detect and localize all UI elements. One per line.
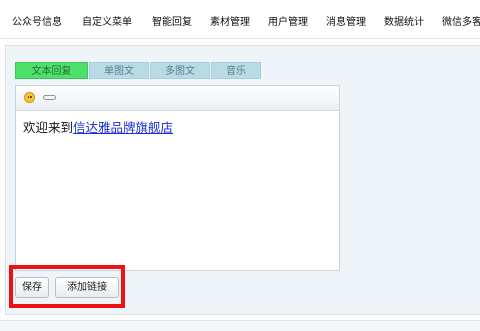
editor-content[interactable]: 欢迎来到信达雅品牌旗舰店 — [23, 117, 173, 136]
nav-item-messages[interactable]: 消息管理 — [326, 13, 366, 28]
nav-item-users[interactable]: 用户管理 — [268, 13, 308, 28]
tab-multi-article[interactable]: 多图文 — [150, 62, 210, 79]
reply-editor[interactable]: 欢迎来到信达雅品牌旗舰店 — [15, 85, 340, 271]
tab-single-article[interactable]: 单图文 — [89, 62, 149, 79]
nav-item-materials[interactable]: 素材管理 — [210, 13, 250, 28]
editor-toolbar — [16, 86, 339, 111]
nav-item-statistics[interactable]: 数据统计 — [384, 13, 424, 28]
page-footer-divider — [0, 320, 480, 331]
highlight-box — [9, 265, 125, 308]
store-link[interactable]: 信达雅品牌旗舰店 — [73, 120, 173, 135]
top-navigation: 公众号信息 自定义菜单 智能回复 素材管理 用户管理 消息管理 数据统计 微信多… — [0, 0, 480, 39]
emoji-icon[interactable] — [24, 92, 35, 103]
editor-prefix-text: 欢迎来到 — [23, 120, 74, 135]
link-icon[interactable] — [43, 95, 56, 100]
nav-item-multi-service[interactable]: 微信多客 — [442, 13, 480, 28]
nav-item-custom-menu[interactable]: 自定义菜单 — [82, 13, 132, 28]
nav-item-smart-reply[interactable]: 智能回复 — [152, 13, 192, 28]
tab-text-reply[interactable]: 文本回复 — [15, 62, 88, 79]
nav-item-account-info[interactable]: 公众号信息 — [12, 13, 62, 28]
tab-music[interactable]: 音乐 — [211, 62, 261, 79]
